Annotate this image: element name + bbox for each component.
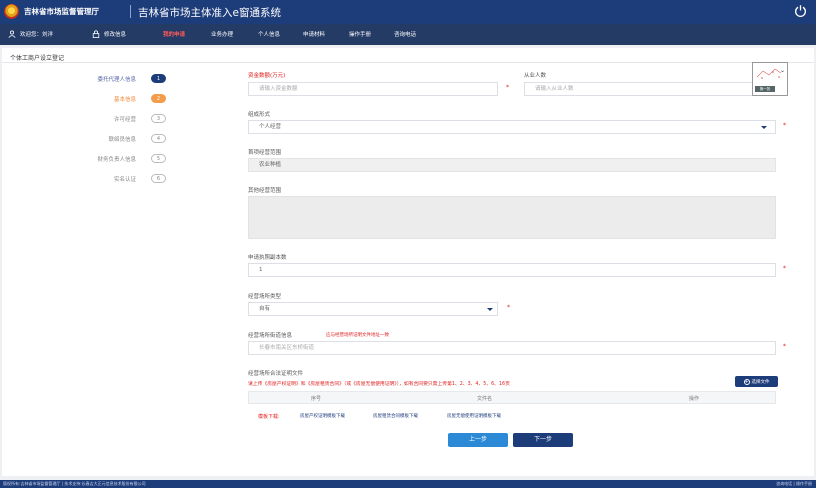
step-label-liaison[interactable]: 联络员信息 bbox=[108, 135, 136, 143]
chevron-down-icon[interactable]: ⌄ bbox=[780, 67, 785, 74]
national-emblem-icon bbox=[4, 4, 19, 19]
capital-input[interactable]: 请输入资金数额 bbox=[248, 82, 498, 96]
col-filename: 文件名 bbox=[477, 396, 493, 402]
step-label-license[interactable]: 许可经营 bbox=[114, 115, 136, 123]
main-panel: 个体工商户设立登记 bbox=[2, 48, 814, 476]
nav-edit-info-label: 修改信息 bbox=[104, 32, 127, 38]
capital-label-text: 资金数额 bbox=[248, 73, 271, 79]
nav-materials-label: 申请材料 bbox=[303, 32, 326, 38]
capital-unit: (万元) bbox=[270, 73, 286, 79]
license-copies-label: 申请执照副本数 bbox=[248, 255, 287, 261]
header-divider bbox=[130, 5, 131, 18]
nav-personal-info[interactable]: 个人信息 bbox=[258, 30, 280, 38]
site-type-label: 经营场所类型 bbox=[248, 294, 282, 300]
app-header: 吉林省市场监督管理厅 吉林省市场主体准入e窗通系统 bbox=[0, 0, 816, 24]
site-address-hint: 应与经营场所证明文件地址一致 bbox=[326, 333, 389, 338]
prev-step-button[interactable]: 上一步 bbox=[448, 433, 508, 447]
other-scope-label: 其他经营范围 bbox=[248, 188, 282, 194]
user-icon bbox=[8, 30, 16, 38]
step-badge-3: 3 bbox=[151, 114, 166, 123]
agency-name: 吉林省市场监督管理厅 bbox=[24, 7, 99, 16]
org-form-label: 组成形式 bbox=[248, 112, 271, 118]
template-link-free-use[interactable]: 房屋无偿使用证明模板下载 bbox=[447, 413, 501, 419]
welcome-user: 欢迎您：刘洋 bbox=[8, 30, 53, 38]
main-scope-field: 农业种植 bbox=[248, 158, 776, 172]
nav-materials[interactable]: 申请材料 bbox=[303, 30, 325, 38]
welcome-text: 欢迎您：刘洋 bbox=[20, 32, 54, 38]
nav-my-applications[interactable]: 我的申请 bbox=[163, 30, 185, 38]
site-type-required-mark: * bbox=[507, 304, 510, 311]
nav-hotline[interactable]: 咨询电话 bbox=[394, 30, 416, 38]
choose-file-label: 选择文件 bbox=[751, 379, 770, 385]
step-badge-5: 5 bbox=[151, 154, 166, 163]
step-badge-4: 4 bbox=[151, 134, 166, 143]
site-address-label: 经营场所街道信息 bbox=[248, 333, 293, 339]
footer-links[interactable]: 咨询电话 | 操作手册 bbox=[776, 481, 812, 487]
title-divider bbox=[2, 62, 814, 63]
app-footer: 版权所有:吉林省市场监督管理厅 | 技术支持:长春吉大正元信息技术股份有限公司 … bbox=[0, 480, 816, 488]
template-link-property[interactable]: 房屋产权证明模板下载 bbox=[300, 413, 345, 419]
org-form-required-mark: * bbox=[783, 122, 786, 129]
step-badge-2: 2 bbox=[151, 94, 166, 103]
nav-manual[interactable]: 操作手册 bbox=[349, 30, 371, 38]
footer-copyright: 版权所有:吉林省市场监督管理厅 | 技术支持:长春吉大正元信息技术股份有限公司 bbox=[3, 481, 146, 486]
nav-edit-info[interactable]: 修改信息 bbox=[92, 30, 126, 38]
file-table-header: 序号 文件名 操作 bbox=[248, 391, 776, 404]
step-badge-1: 1 bbox=[151, 74, 166, 83]
employees-label: 从业人数 bbox=[524, 73, 547, 79]
nav-business[interactable]: 业务办理 bbox=[211, 30, 233, 38]
lock-icon bbox=[92, 30, 100, 38]
nav-personal-info-label: 个人信息 bbox=[258, 32, 281, 38]
caret-down-icon bbox=[761, 126, 767, 129]
col-index: 序号 bbox=[311, 396, 322, 402]
step-label-finance[interactable]: 财务负责人信息 bbox=[97, 155, 136, 163]
site-proof-label: 经营场所合法证明文件 bbox=[248, 371, 304, 377]
next-step-button[interactable]: 下一步 bbox=[513, 433, 573, 447]
system-title: 吉林省市场主体准入e窗通系统 bbox=[138, 7, 281, 19]
capital-required-mark: * bbox=[506, 84, 509, 91]
site-address-input[interactable]: 长春市南关区东桥街道 bbox=[248, 341, 776, 355]
caret-down-icon bbox=[487, 308, 493, 311]
other-scope-textarea[interactable] bbox=[248, 196, 776, 239]
nav-my-applications-label: 我的申请 bbox=[163, 32, 186, 38]
org-form-select[interactable]: 个人经营 bbox=[248, 120, 776, 134]
step-label-basic[interactable]: 基本信息 bbox=[114, 95, 136, 103]
power-icon[interactable] bbox=[794, 4, 807, 17]
captcha-refresh[interactable]: 换一张 bbox=[755, 86, 775, 92]
template-link-lease[interactable]: 房屋租赁合同模板下载 bbox=[373, 413, 418, 419]
license-copies-required-mark: * bbox=[783, 265, 786, 272]
page-title: 个体工商户设立登记 bbox=[10, 55, 65, 62]
plus-icon: + bbox=[743, 378, 750, 385]
col-action: 操作 bbox=[689, 396, 700, 402]
nav-business-label: 业务办理 bbox=[211, 32, 234, 38]
nav-hotline-label: 咨询电话 bbox=[394, 32, 417, 38]
license-copies-input[interactable]: 1 bbox=[248, 263, 776, 277]
main-scope-label: 首项经营范围 bbox=[248, 150, 282, 156]
capital-label: 资金数额(万元) bbox=[248, 71, 285, 79]
employees-input[interactable]: 请输入从业人数 bbox=[524, 82, 774, 96]
step-label-realname[interactable]: 实名认证 bbox=[114, 175, 136, 183]
site-type-select[interactable]: 自有 bbox=[248, 302, 498, 316]
step-label-agent[interactable]: 委托代理人信息 bbox=[97, 75, 136, 83]
top-nav: 欢迎您：刘洋 修改信息 我的申请 业务办理 个人信息 申请材料 操作手册 咨询电… bbox=[0, 24, 816, 45]
nav-manual-label: 操作手册 bbox=[349, 32, 372, 38]
choose-file-button[interactable]: + 选择文件 bbox=[735, 376, 778, 387]
template-download-label: 模板下载: bbox=[258, 414, 280, 420]
step-badge-6: 6 bbox=[151, 174, 166, 183]
site-proof-note: 请上传《房屋产权证明》和《房屋租赁合同》（或《房屋无偿使用证明》），如有合同要只… bbox=[248, 382, 510, 387]
site-address-required-mark: * bbox=[783, 343, 786, 350]
